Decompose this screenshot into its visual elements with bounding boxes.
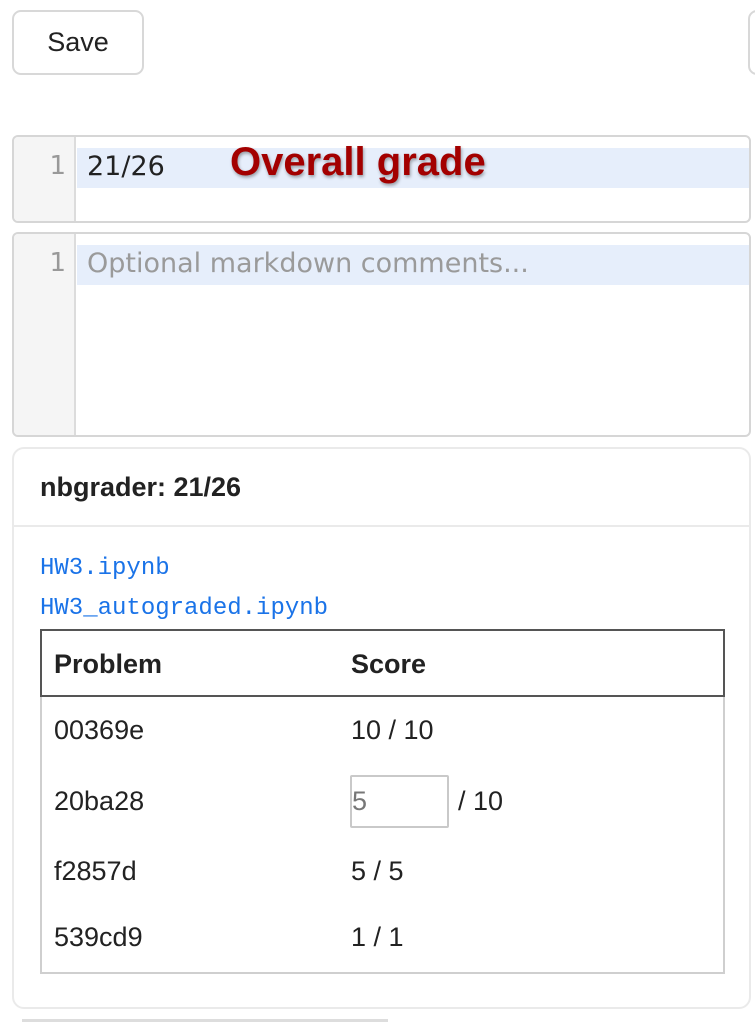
active-line[interactable]: Optional markdown comments... <box>77 245 749 285</box>
score-table: Problem Score 00369e 10 / 10 20ba28 5 / … <box>40 629 725 974</box>
problem-score: 5 / 5 <box>351 856 404 886</box>
column-header-score: Score <box>351 649 427 679</box>
column-header-problem: Problem <box>54 649 163 679</box>
grading-page: Save 1 21/26 1 Optional markdown comment… <box>0 0 755 1022</box>
grade-value[interactable]: 21/26 <box>87 151 165 182</box>
table-row: 539cd9 1 / 1 <box>42 922 723 982</box>
table-header: Problem Score <box>40 629 725 697</box>
problem-id: 539cd9 <box>54 922 143 952</box>
notebook-link[interactable]: HW3.ipynb <box>40 555 170 582</box>
line-number: 1 <box>49 248 66 278</box>
score-input-placeholder: 5 <box>352 786 368 816</box>
table-row: f2857d 5 / 5 <box>42 856 723 916</box>
comments-placeholder[interactable]: Optional markdown comments... <box>87 248 529 279</box>
problem-id: 00369e <box>54 715 145 745</box>
save-button[interactable]: Save <box>12 10 144 75</box>
comments-editor[interactable]: 1 Optional markdown comments... <box>12 232 751 437</box>
problem-id: 20ba28 <box>54 786 145 816</box>
overall-grade-annotation: Overall grade <box>230 140 486 184</box>
score-input[interactable]: 5 <box>350 775 449 828</box>
table-row: 00369e 10 / 10 <box>42 715 723 775</box>
problem-max-score: / 10 <box>458 786 504 816</box>
toolbar-button-partial[interactable] <box>748 10 755 75</box>
autograded-notebook-link[interactable]: HW3_autograded.ipynb <box>40 595 328 622</box>
panel-title: nbgrader: 21/26 <box>40 471 242 502</box>
problem-score: 10 / 10 <box>351 715 434 745</box>
table-row: 20ba28 5 / 10 <box>42 775 723 846</box>
problem-id: f2857d <box>54 856 137 886</box>
problem-score: 1 / 1 <box>351 922 404 952</box>
panel-header: nbgrader: 21/26 <box>14 449 749 527</box>
line-number: 1 <box>49 151 66 181</box>
line-gutter: 1 <box>14 137 76 221</box>
nbgrader-panel: nbgrader: 21/26 HW3.ipynb HW3_autograded… <box>12 447 751 1009</box>
line-gutter: 1 <box>14 234 76 435</box>
